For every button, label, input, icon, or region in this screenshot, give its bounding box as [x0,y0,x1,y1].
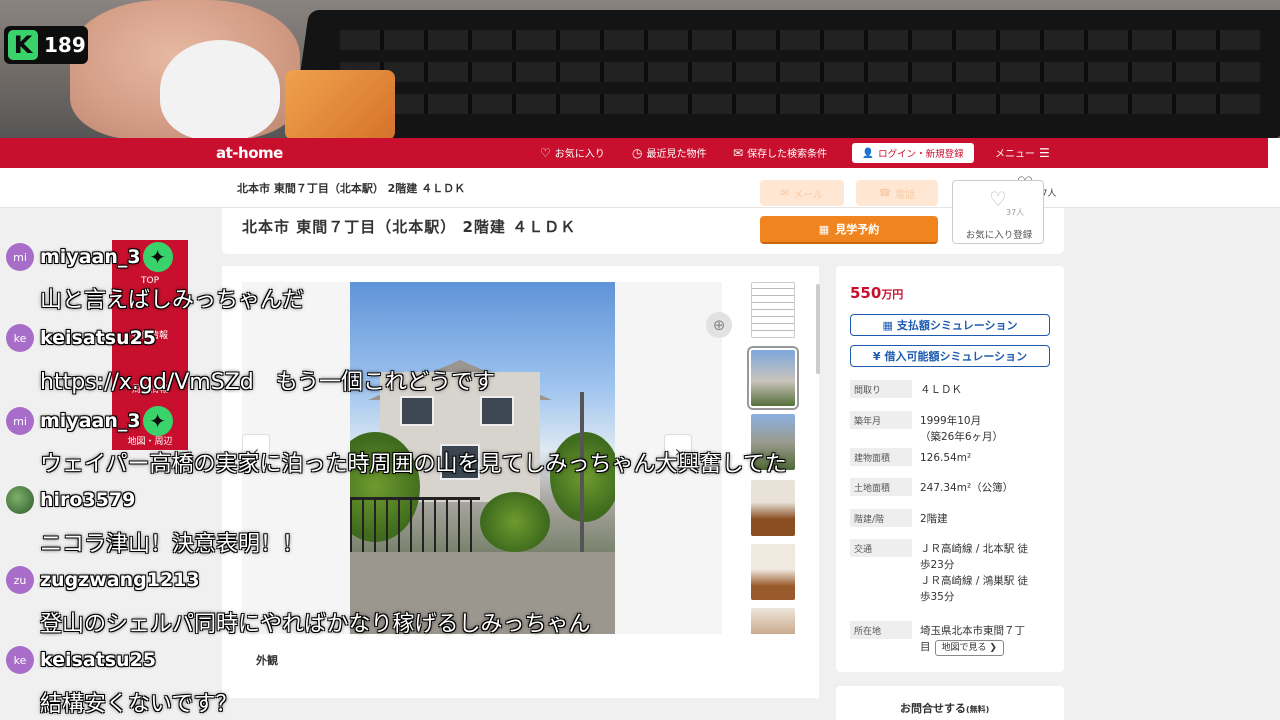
mouse [160,40,280,140]
key-row [340,30,1260,50]
avatar: zu [6,566,34,594]
message-text: 登山のシェルパ同時にやればかなり稼げるしみっちゃん [40,612,591,637]
favorite-register-button[interactable]: ♡ 37人 お気に入り登録 [952,180,1044,244]
nav-saved-search[interactable]: ✉ 保存した検索条件 [733,145,828,161]
avatar: ke [6,646,34,674]
nav-recent[interactable]: ◷ 最近見た物件 [632,145,707,161]
username: keisatsu25 [40,327,157,349]
hamburger-icon: ☰ [1039,145,1050,160]
sticky-title: 北本市 東間７丁目（北本駅） 2階建 ４ＬＤＫ [237,182,466,195]
nav-favorites[interactable]: ♡ お気に入り [540,145,605,161]
webcam-feed [0,0,1280,140]
login-label: ログイン・新規登録 [878,149,964,160]
user-icon: 👤 [862,147,875,159]
top-nav: at-home ♡ お気に入り ◷ 最近見た物件 ✉ 保存した検索条件 👤 ログ… [0,138,1268,168]
calendar-icon: ▦ [818,222,830,236]
key-row [340,94,1260,114]
username: miyaan_3 [40,246,141,268]
chat-user-line: mi miyaan_3 ✦ [6,406,173,436]
avatar: mi [6,407,34,435]
chat-user-line: ke keisatsu25 [6,324,156,352]
site-logo[interactable]: at-home [216,144,283,162]
mail-button[interactable]: ✉ メール [760,180,844,206]
sparkle-badge-icon: ✦ [142,242,173,272]
mail-icon: ✉ [733,145,744,160]
message-text: 山と言えばしみっちゃんだ [40,288,305,313]
sticky-header: 北本市 東間７丁目（北本駅） 2階建 ４ＬＤＫ ✉ メール ☎ 電話 ♡ 37人 [0,168,1280,208]
screen: K 189 at-home ♡ お気に入り ◷ 最近見た物件 ✉ 保存した検索条… [0,0,1280,720]
nav-recent-label: 最近見た物件 [646,149,707,160]
viewer-count: 189 [44,33,86,57]
mail-icon: ✉ [780,187,790,199]
chat-user-line: hiro3579 [6,486,135,514]
nav-saved-search-label: 保存した検索条件 [747,149,828,160]
username: hiro3579 [40,489,136,511]
sparkle-badge-icon: ✦ [142,406,173,436]
mail-label: メール [793,189,824,201]
message-text: ニコラ津山！決意表明！！ [40,532,305,557]
chat-user-line: zu zugzwang1213 [6,566,200,594]
avatar: ke [6,324,34,352]
phone-icon: ☎ [878,187,892,199]
phone-label: 電話 [895,189,916,201]
menu-button[interactable]: メニュー ☰ [995,145,1050,161]
nav-favorites-label: お気に入り [554,149,605,160]
chat-user-line: mi miyaan_3 ✦ [6,242,173,272]
heart-icon: ♡ [540,145,551,160]
message-text: ウェイパー高橋の実家に泊った時周囲の山を見てしみっちゃん大興奮してた [40,452,787,477]
fav-count: 37人 [1006,208,1025,217]
property-title: 北本市 東間７丁目（北本駅） 2階建 ４ＬＤＫ [242,218,577,236]
viewer-count-badge: K 189 [4,26,88,64]
username: zugzwang1213 [40,569,200,591]
key-row [340,62,1260,82]
avatar-image [6,486,34,514]
heart-plus-icon: ♡ [989,187,1007,211]
message-text: https://x.gd/VmSZd もう一個これどうです [40,370,496,395]
snack-bag [285,70,395,140]
menu-label: メニュー [995,149,1035,160]
message-text: 結構安くないです？ [40,692,238,717]
username: miyaan_3 [40,410,141,432]
window-edge [1268,138,1280,168]
chat-overlay: mi miyaan_3 ✦ 山と言えばしみっちゃんだ ke keisatsu25… [0,238,1280,720]
clock-icon: ◷ [632,145,643,160]
avatar: mi [6,243,34,271]
phone-button[interactable]: ☎ 電話 [856,180,938,206]
username: keisatsu25 [40,649,157,671]
tour-label: 見学予約 [835,223,880,236]
login-button[interactable]: 👤 ログイン・新規登録 [852,143,974,163]
chat-user-line: ke keisatsu25 [6,646,156,674]
kick-logo-icon: K [8,30,38,60]
